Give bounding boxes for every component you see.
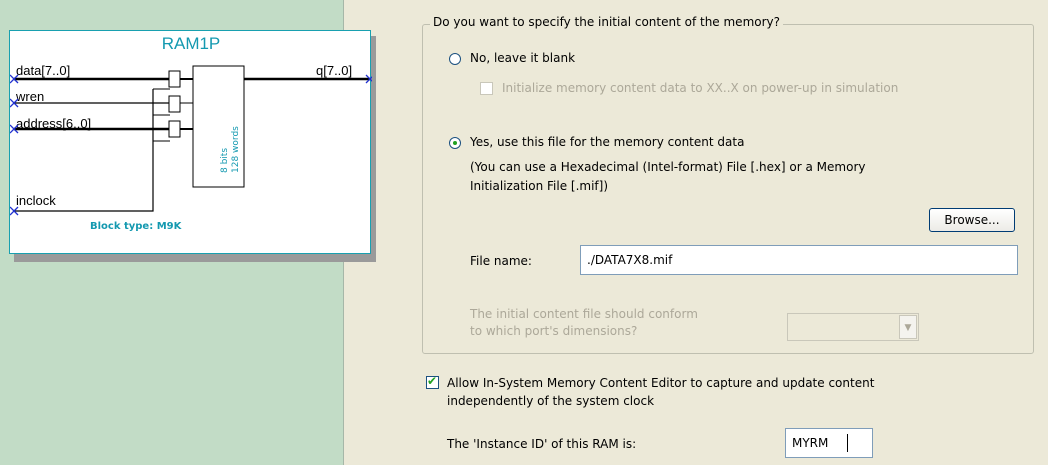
radio-leave-blank-label[interactable]: No, leave it blank	[470, 51, 575, 65]
group-title: Do you want to specify the initial conte…	[430, 15, 784, 29]
conform-port-select[interactable]: ▼	[787, 313, 919, 341]
ram-block: RAM1P data[7..0] wren address[6..0] incl…	[9, 30, 372, 254]
file-name-label: File name:	[470, 254, 532, 268]
radio-use-file-label[interactable]: Yes, use this file for the memory conten…	[470, 135, 744, 149]
memory-words-label: 128 words	[231, 126, 241, 173]
text-caret	[847, 434, 848, 452]
browse-button[interactable]: Browse...	[929, 208, 1015, 232]
check-memory-editor[interactable]	[426, 374, 439, 389]
instance-id-input[interactable]: MYRM	[785, 428, 873, 458]
check-memory-editor-label-2: independently of the system clock	[447, 394, 655, 408]
instance-id-value: MYRM	[792, 436, 829, 450]
file-name-input[interactable]: ./DATA7X8.mif	[580, 245, 1018, 275]
block-schematic: 8 bits 128 words	[10, 65, 372, 216]
instance-id-label: The 'Instance ID' of this RAM is:	[447, 437, 637, 451]
memory-bits-label: 8 bits	[220, 148, 230, 173]
radio-use-file[interactable]	[449, 137, 461, 149]
file-hint-line-2: Initialization File [.mif])	[470, 179, 608, 193]
chevron-down-icon[interactable]: ▼	[899, 315, 917, 339]
file-hint-line-1: (You can use a Hexadecimal (Intel-format…	[470, 160, 866, 174]
check-initialize[interactable]	[480, 82, 493, 95]
radio-leave-blank[interactable]	[449, 53, 461, 65]
conform-label-line-1: The initial content file should conform	[470, 307, 698, 321]
check-memory-editor-label-1[interactable]: Allow In-System Memory Content Editor to…	[447, 376, 874, 390]
conform-label-line-2: to which port's dimensions?	[470, 324, 638, 338]
check-initialize-label: Initialize memory content data to XX..X …	[502, 81, 899, 95]
